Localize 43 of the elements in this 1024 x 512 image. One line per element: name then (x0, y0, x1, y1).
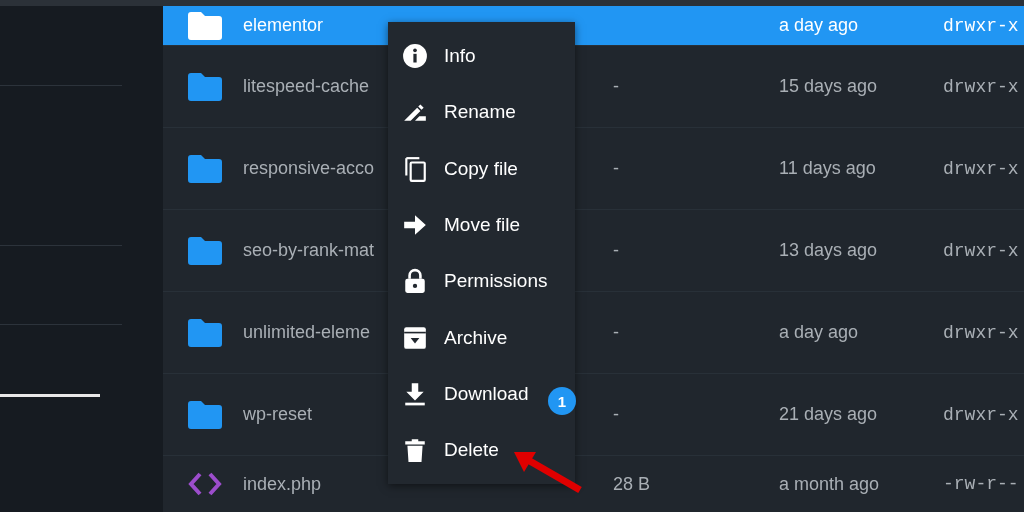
trash-icon (402, 437, 428, 464)
modified-time: 11 days ago (779, 158, 877, 179)
modified-time: a day ago (779, 322, 860, 343)
file-size: - (613, 322, 620, 343)
copy-icon (402, 155, 428, 182)
file-permissions: drwxr-x (943, 240, 1019, 261)
folder-icon (188, 318, 222, 347)
download-icon (402, 380, 428, 407)
file-name: responsive-acco (243, 158, 375, 178)
folder-icon (188, 400, 222, 429)
file-name: wp-reset (243, 404, 313, 424)
file-name: litespeed-cache (243, 76, 370, 96)
modified-time: 13 days ago (779, 240, 879, 261)
file-permissions: drwxr-x (943, 404, 1019, 425)
modified-time: a month ago (779, 473, 881, 495)
folder-icon (188, 11, 222, 40)
file-size: - (613, 240, 620, 261)
menu-item[interactable]: Copy file (388, 140, 532, 197)
file-size: - (613, 158, 620, 179)
menu-item[interactable]: Archive (388, 309, 522, 366)
file-permissions: drwxr-x (943, 15, 1019, 36)
folder-icon (188, 154, 222, 183)
file-name: index.php (243, 473, 322, 494)
folder-icon (188, 72, 222, 101)
pointer-arrow (514, 452, 582, 494)
file-permissions: -rw-r-- (943, 474, 1019, 494)
info-icon (402, 43, 428, 70)
modified-time: 15 days ago (779, 76, 879, 97)
file-name: seo-by-rank-mat (243, 240, 375, 260)
file-permissions: drwxr-x (943, 322, 1019, 343)
file-name: elementor (243, 15, 324, 35)
lock-icon (402, 268, 428, 295)
code-icon (188, 470, 222, 498)
file-name: unlimited-eleme (243, 322, 371, 342)
file-size: - (613, 404, 620, 425)
file-permissions: drwxr-x (943, 158, 1019, 179)
file-permissions: drwxr-x (943, 76, 1019, 97)
archive-icon (402, 324, 428, 351)
file-size: - (613, 76, 620, 97)
file-size: 28 B (613, 473, 652, 495)
folder-icon (188, 236, 222, 265)
modified-time: a day ago (779, 15, 860, 36)
modified-time: 21 days ago (779, 404, 879, 425)
